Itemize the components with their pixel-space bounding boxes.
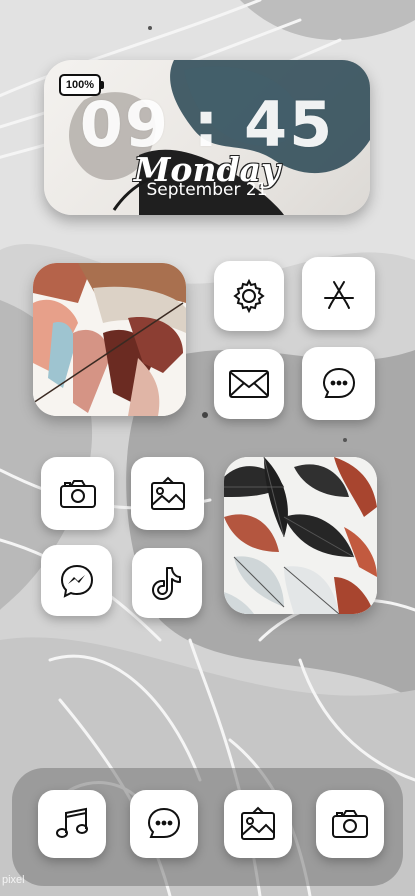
photo-widget-monstera[interactable] <box>33 263 186 416</box>
tiktok-icon <box>150 564 184 602</box>
messenger-icon <box>58 562 96 600</box>
camera-icon <box>330 808 370 840</box>
camera-app[interactable] <box>41 457 114 530</box>
music-note-icon <box>54 805 90 843</box>
photos-app[interactable] <box>131 457 204 530</box>
tiktok-app[interactable] <box>132 548 202 618</box>
monstera-artwork <box>33 263 186 416</box>
mail-app[interactable] <box>214 349 284 419</box>
clock-widget[interactable]: 100% 09 : 45 Monday September 21 <box>44 60 370 215</box>
dock-messages-app[interactable] <box>130 790 198 858</box>
chat-bubble-icon <box>145 805 183 843</box>
messages-app[interactable] <box>302 347 375 420</box>
envelope-icon <box>228 367 270 401</box>
dock-music-app[interactable] <box>38 790 106 858</box>
gear-icon <box>230 277 268 315</box>
clock-date: September 21 <box>146 180 268 200</box>
messenger-app[interactable] <box>41 545 112 616</box>
chat-bubble-icon <box>320 365 358 403</box>
photo-widget-leaves[interactable] <box>224 457 377 614</box>
dock-camera-app[interactable] <box>316 790 384 858</box>
app-store-icon <box>319 274 359 314</box>
dock-photos-app[interactable] <box>224 790 292 858</box>
picture-icon <box>239 805 277 843</box>
app-store-app[interactable] <box>302 257 375 330</box>
watermark: pixel <box>2 874 25 886</box>
settings-app[interactable] <box>214 261 284 331</box>
picture-icon <box>149 475 187 513</box>
camera-icon <box>58 478 98 510</box>
leaves-artwork <box>224 457 377 614</box>
dock <box>12 768 403 886</box>
